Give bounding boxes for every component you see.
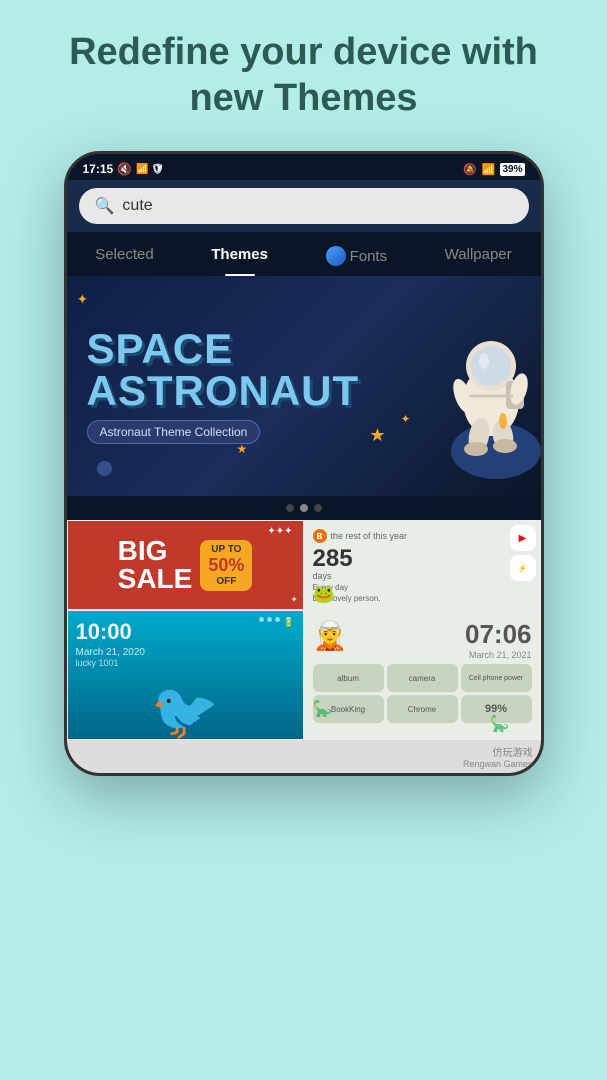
big-sale-text: BIGSALE (118, 537, 193, 593)
dino-label-power: Cell phone power (469, 675, 523, 682)
dots-indicator (67, 496, 541, 520)
sparkle-2: ✦ (291, 595, 298, 604)
bird-sub: lucky 1001 (76, 658, 146, 668)
youtube-icon-cell: ▶ (510, 525, 536, 551)
watermark-text: 仿玩游戏 (493, 748, 533, 759)
bird-card[interactable]: 10:00 March 21, 2020 lucky 1001 🐦 🔋 (67, 610, 304, 740)
widget-days: 285 (313, 547, 532, 571)
planet-icon (326, 246, 346, 266)
star-decoration-4: ★ (369, 425, 385, 446)
frog-widget: 🐸 (313, 584, 335, 605)
dino-cell-album[interactable]: album (313, 664, 384, 692)
widget-subtitle2: Be a lovely person. (313, 594, 532, 603)
page-wrapper: Redefine your device with new Themes 17:… (0, 0, 607, 1080)
tab-fonts[interactable]: Fonts (314, 242, 400, 276)
volume-icon: 🔇 (117, 162, 132, 176)
status-bar: 17:15 🔇 📶 🛡 🔕 📶 39% (67, 154, 541, 180)
banner-badge: Astronaut Theme Collection (87, 420, 261, 444)
phone-mockup: 17:15 🔇 📶 🛡 🔕 📶 39% 🔍 cute Selected (64, 151, 544, 776)
dino-label-chrome: Chrome (408, 705, 436, 714)
status-time: 17:15 (83, 162, 114, 176)
bird-date: March 21, 2020 (76, 647, 146, 658)
tachyon-icon: ⚡ (518, 564, 528, 573)
dot-3[interactable] (314, 504, 322, 512)
dino-cell-chrome[interactable]: Chrome (387, 695, 458, 723)
search-input-wrapper[interactable]: 🔍 cute (79, 188, 529, 224)
sale-up-to: UP TO (208, 544, 244, 555)
sale-inner: BIGSALE UP TO 50% OFF (118, 537, 253, 593)
search-bar-container: 🔍 cute (67, 180, 541, 232)
banner-title: Space Astronaut (87, 328, 521, 412)
bird-card-info: 10:00 March 21, 2020 lucky 1001 (76, 619, 146, 668)
banner-content: ✦ ★ ✦ ★ ✦ Space Astronaut Astronaut Them… (67, 276, 541, 496)
widget-days-label: days (313, 571, 532, 581)
dino-label-album: album (337, 674, 359, 683)
dino-emoji-2: 🦕 (490, 714, 510, 734)
tab-selected[interactable]: Selected (83, 242, 165, 276)
widget-subtitle1: Every day (313, 583, 532, 592)
status-bar-left: 17:15 🔇 📶 🛡 (83, 162, 165, 176)
signal-icons: 📶 🛡 (136, 164, 164, 175)
small-planet (97, 461, 112, 476)
widget-right-icons: ▶ ⚡ (510, 525, 536, 581)
tab-themes[interactable]: Themes (199, 242, 280, 276)
dino-date-text: March 21, 2021 (465, 650, 532, 660)
battery-small: 🔋 (283, 617, 294, 628)
status-bar-right: 🔕 📶 39% (463, 163, 524, 176)
widget-card[interactable]: B the rest of this year 285 days Every d… (304, 520, 541, 610)
sale-percent: 50% (208, 555, 244, 576)
dot-2[interactable] (300, 504, 308, 512)
banner-title-line2: Astronaut (87, 370, 521, 412)
anime-character: 🧝 (313, 619, 348, 652)
widget-icon: B (313, 529, 327, 543)
youtube-icon: ▶ (519, 533, 527, 544)
wifi-icon: 📶 (482, 163, 496, 176)
mute-icon: 🔕 (463, 163, 477, 176)
dino-cell-camera[interactable]: camera (387, 664, 458, 692)
sparkle-1: ✦✦✦ (267, 526, 292, 537)
bird-time: 10:00 (76, 619, 146, 645)
dino-emoji-1: 🦕 (313, 699, 333, 719)
dino-top: 🧝 07:06 March 21, 2021 (313, 619, 532, 660)
sale-off: OFF (208, 576, 244, 587)
content-grid: BIGSALE UP TO 50% OFF ✦✦✦ ✦ B the rest o… (67, 520, 541, 740)
banner-area: ✦ ★ ✦ ★ ✦ Space Astronaut Astronaut Them… (67, 276, 541, 496)
dino-card[interactable]: 🧝 07:06 March 21, 2021 album camera (304, 610, 541, 740)
dino-cell-power[interactable]: Cell phone power (461, 664, 532, 692)
dino-label-booking: BookKing (331, 705, 365, 714)
dino-time-block: 07:06 March 21, 2021 (465, 619, 532, 660)
dino-label-camera: camera (409, 674, 436, 683)
signal-dots: 🔋 (259, 617, 294, 628)
sale-badge: UP TO 50% OFF (200, 540, 252, 591)
search-value: cute (122, 197, 152, 215)
widget-header: B the rest of this year (313, 529, 532, 543)
widget-header-text: the rest of this year (331, 531, 408, 541)
watermark-sub: Rengwan Games (75, 759, 533, 769)
search-icon: 🔍 (95, 196, 115, 216)
dot-1[interactable] (286, 504, 294, 512)
watermark-bar: 仿玩游戏 Rengwan Games (67, 740, 541, 773)
star-decoration-1: ✦ (77, 291, 89, 308)
bird-emoji: 🐦 (151, 684, 219, 739)
banner-title-line1: Space (87, 328, 521, 370)
tab-bar: Selected Themes Fonts Wallpaper (67, 232, 541, 276)
tachyon-icon-cell: ⚡ (510, 555, 536, 581)
sale-card[interactable]: BIGSALE UP TO 50% OFF ✦✦✦ ✦ (67, 520, 304, 610)
battery-indicator: 39% (500, 163, 524, 176)
dino-time-text: 07:06 (465, 619, 532, 650)
page-headline: Redefine your device with new Themes (20, 30, 587, 121)
star-decoration-2: ★ (237, 442, 248, 456)
tab-wallpaper[interactable]: Wallpaper (433, 242, 524, 276)
